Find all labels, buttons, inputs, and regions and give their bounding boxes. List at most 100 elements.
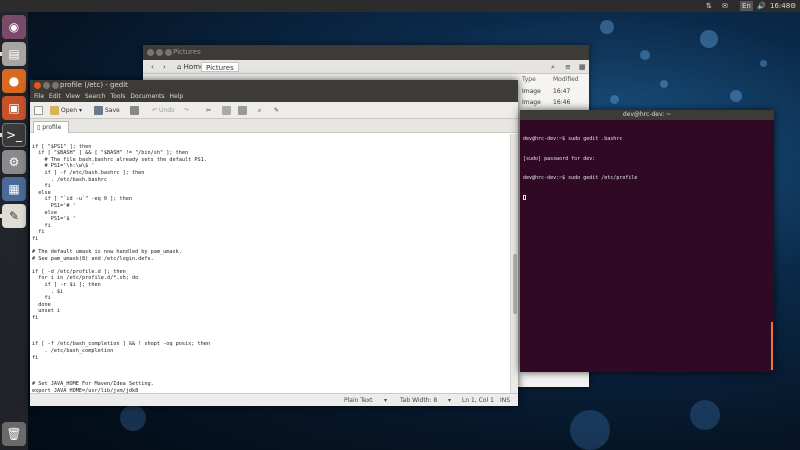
menu-view[interactable]: View [66, 91, 80, 102]
terminal-window: dev@hrc-dev: ~ dev@hrc-dev:~$ sudo gedit… [520, 110, 774, 372]
undo-button[interactable]: ↶ Undo [152, 105, 175, 116]
menu-documents[interactable]: Documents [130, 91, 164, 102]
item-type: Image [522, 88, 541, 95]
new-document-icon [34, 106, 43, 115]
undo-label: Undo [159, 107, 175, 114]
column-type[interactable]: Type [522, 76, 536, 83]
running-indicator [0, 52, 2, 56]
ubuntu-logo-icon[interactable]: ◉ [2, 15, 26, 39]
forward-icon[interactable]: › [159, 62, 170, 72]
terminal-titlebar: dev@hrc-dev: ~ [520, 110, 774, 120]
view-icon[interactable]: ▦ [575, 62, 590, 72]
back-icon[interactable]: ‹ [147, 62, 158, 72]
close-icon[interactable] [147, 49, 154, 56]
text-editor[interactable]: if [ "$PS1" ]; then if [ "$BASH" ] && [ … [30, 134, 510, 393]
chevron-down-icon: ▾ [79, 107, 83, 114]
maximize-icon[interactable] [165, 49, 172, 56]
text-editor-icon[interactable]: ✎ [2, 204, 26, 228]
clock[interactable]: 16:48 [770, 1, 790, 11]
gedit-title: profile (/etc) - gedit [60, 81, 128, 89]
breadcrumb-pictures[interactable]: Pictures [201, 62, 239, 72]
menu-search[interactable]: Search [85, 91, 106, 102]
tabbar: ▯ profile [30, 119, 518, 133]
mail-icon[interactable]: ✉ [722, 1, 728, 11]
print-button[interactable] [130, 105, 139, 116]
print-icon [130, 106, 139, 115]
save-label: Save [105, 107, 120, 114]
redo-button[interactable]: ↷ [184, 105, 189, 116]
files-icon[interactable]: ▤ [2, 42, 26, 66]
tab-label: profile [42, 124, 62, 131]
find-icon: ⌕ [258, 107, 262, 114]
list-header: Type Modified [520, 76, 589, 86]
gedit-titlebar: profile (/etc) - gedit [30, 80, 518, 91]
item-type: Image [522, 99, 541, 106]
cut-icon: ✂ [206, 107, 212, 114]
gedit-toolbar: Open ▾ Save ↶ Undo ↷ ✂ ⌕ ✎ [30, 102, 518, 119]
terminal-scrollbar[interactable] [771, 322, 773, 370]
language-chevron-icon: ▾ [384, 397, 388, 404]
menu-icon[interactable]: ≡ [561, 62, 575, 72]
menu-edit[interactable]: Edit [49, 91, 61, 102]
column-modified[interactable]: Modified [553, 76, 579, 83]
item-modified: 16:46 [553, 99, 571, 106]
firefox-icon[interactable]: ● [2, 69, 26, 93]
volume-icon[interactable]: 🔊 [757, 1, 766, 11]
files-title: Pictures [173, 48, 201, 56]
power-icon[interactable]: ⚙ [790, 1, 796, 11]
open-button[interactable]: Open ▾ [50, 105, 82, 116]
list-item[interactable]: Image 16:46 [520, 99, 589, 109]
replace-button[interactable]: ✎ [274, 105, 279, 116]
open-label: Open [61, 107, 78, 114]
paste-button[interactable] [238, 105, 247, 116]
folder-icon [50, 106, 59, 115]
redo-icon: ↷ [184, 107, 190, 114]
minimize-icon[interactable] [156, 49, 163, 56]
input-method-indicator[interactable]: En [740, 1, 753, 11]
new-button[interactable] [34, 105, 43, 116]
language-selector[interactable]: Plain Text [344, 397, 372, 404]
terminal-line: [sudo] password for dev: [523, 155, 596, 162]
terminal-output[interactable]: dev@hrc-dev:~$ sudo gedit .bashrc [sudo]… [523, 123, 771, 214]
statusbar: Plain Text ▾ Tab Width: 8 ▾ Ln 1, Col 1 … [30, 393, 518, 406]
close-icon[interactable] [34, 82, 41, 89]
copy-button[interactable] [222, 105, 231, 116]
launcher: ◉ ▤ ● ▣ >_ ⚙ ▦ ✎ 🗑 [0, 12, 28, 450]
software-center-icon[interactable]: ▣ [2, 96, 26, 120]
gedit-window: profile (/etc) - gedit File Edit View Se… [30, 80, 518, 406]
menu-file[interactable]: File [34, 91, 44, 102]
running-indicator [0, 214, 2, 218]
top-panel: ⇅ ✉ En 🔊 16:48 ⚙ [0, 0, 800, 12]
tab-profile[interactable]: ▯ profile [33, 121, 69, 133]
running-indicator [0, 133, 2, 137]
replace-icon: ✎ [274, 107, 280, 114]
find-button[interactable]: ⌕ [258, 105, 261, 116]
list-item[interactable]: Image 16:47 [520, 88, 589, 98]
menu-tools[interactable]: Tools [111, 91, 126, 102]
files-toolbar: ‹ › ⌂ Home Pictures ⌕ ≡ ▦ [143, 60, 589, 74]
trash-icon[interactable]: 🗑 [2, 422, 26, 446]
workspaces-icon[interactable]: ▦ [2, 177, 26, 201]
item-modified: 16:47 [553, 88, 571, 95]
vertical-scrollbar[interactable] [510, 134, 518, 393]
menubar: File Edit View Search Tools Documents He… [30, 91, 518, 102]
search-icon[interactable]: ⌕ [547, 62, 559, 72]
cut-button[interactable]: ✂ [206, 105, 211, 116]
network-icon[interactable]: ⇅ [706, 1, 712, 11]
scrollbar-thumb[interactable] [513, 254, 517, 314]
menu-help[interactable]: Help [170, 91, 184, 102]
undo-icon: ↶ [152, 107, 158, 114]
paste-icon [238, 106, 247, 115]
minimize-icon[interactable] [43, 82, 50, 89]
save-button[interactable]: Save [94, 105, 120, 116]
save-icon [94, 106, 103, 115]
terminal-line: dev@hrc-dev:~$ sudo gedit /etc/profile [523, 175, 638, 181]
terminal-icon[interactable]: >_ [2, 123, 26, 147]
tab-width-selector[interactable]: Tab Width: 8 [400, 397, 437, 404]
settings-icon[interactable]: ⚙ [2, 150, 26, 174]
tab-width-chevron-icon: ▾ [448, 397, 452, 404]
maximize-icon[interactable] [52, 82, 59, 89]
terminal-cursor [523, 194, 526, 200]
files-titlebar: Pictures [143, 45, 589, 60]
cursor-position: Ln 1, Col 1 [462, 397, 494, 404]
